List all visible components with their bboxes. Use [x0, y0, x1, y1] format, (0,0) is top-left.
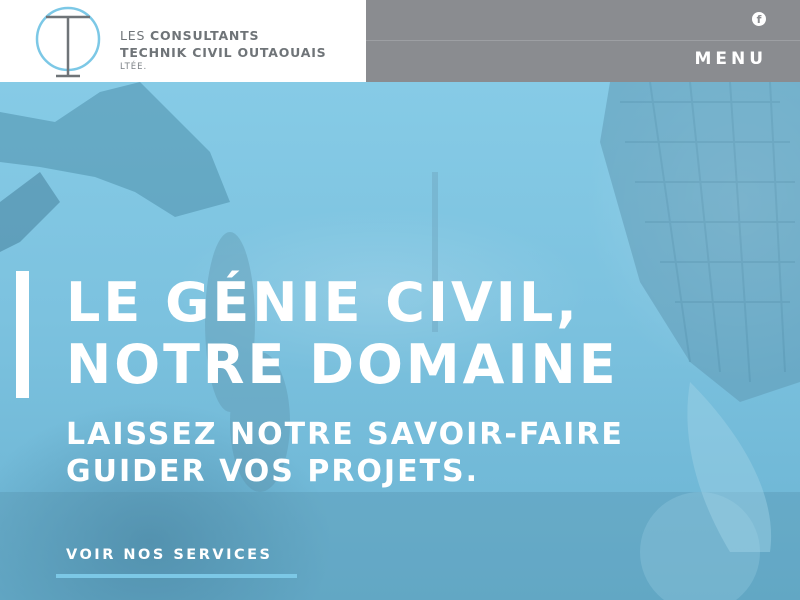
view-services-label: VOIR NOS SERVICES	[66, 547, 273, 563]
logo-wordmark: LES CONSULTANTS TECHNIK CIVIL OUTAOUAIS …	[120, 27, 326, 72]
logo-home-link[interactable]: LES CONSULTANTS TECHNIK CIVIL OUTAOUAIS …	[0, 0, 366, 82]
hero-subheadline-line-2: GUIDER VOS PROJETS.	[66, 454, 480, 489]
logo-consultants: CONSULTANTS	[149, 28, 260, 43]
hero-headline: LE GÉNIE CIVIL, NOTRE DOMAINE	[66, 272, 619, 396]
hero-subheadline: LAISSEZ NOTRE SAVOIR-FAIRE GUIDER VOS PR…	[66, 416, 624, 490]
logo-les: LES	[120, 28, 146, 43]
hero-headline-line-1: LE GÉNIE CIVIL,	[66, 271, 580, 334]
logo-line-1: LES CONSULTANTS	[120, 27, 326, 44]
view-services-button[interactable]: VOIR NOS SERVICES	[56, 540, 297, 578]
hero-subheadline-line-1: LAISSEZ NOTRE SAVOIR-FAIRE	[66, 417, 624, 452]
facebook-icon[interactable]: f	[752, 12, 766, 26]
logo-line-3: LTÉE.	[120, 62, 148, 72]
menu-button[interactable]: MENU	[694, 49, 767, 69]
logo-line-2: TECHNIK CIVIL OUTAOUAIS	[120, 45, 327, 60]
headline-accent-bar	[16, 271, 29, 398]
top-nav-bar: f MENU	[366, 0, 800, 82]
hero-headline-line-2: NOTRE DOMAINE	[66, 333, 619, 396]
nav-divider	[366, 40, 800, 41]
hero-banner: LE GÉNIE CIVIL, NOTRE DOMAINE LAISSEZ NO…	[0, 82, 800, 600]
logo-mark-icon	[35, 6, 101, 78]
view-services-underline	[56, 574, 297, 578]
